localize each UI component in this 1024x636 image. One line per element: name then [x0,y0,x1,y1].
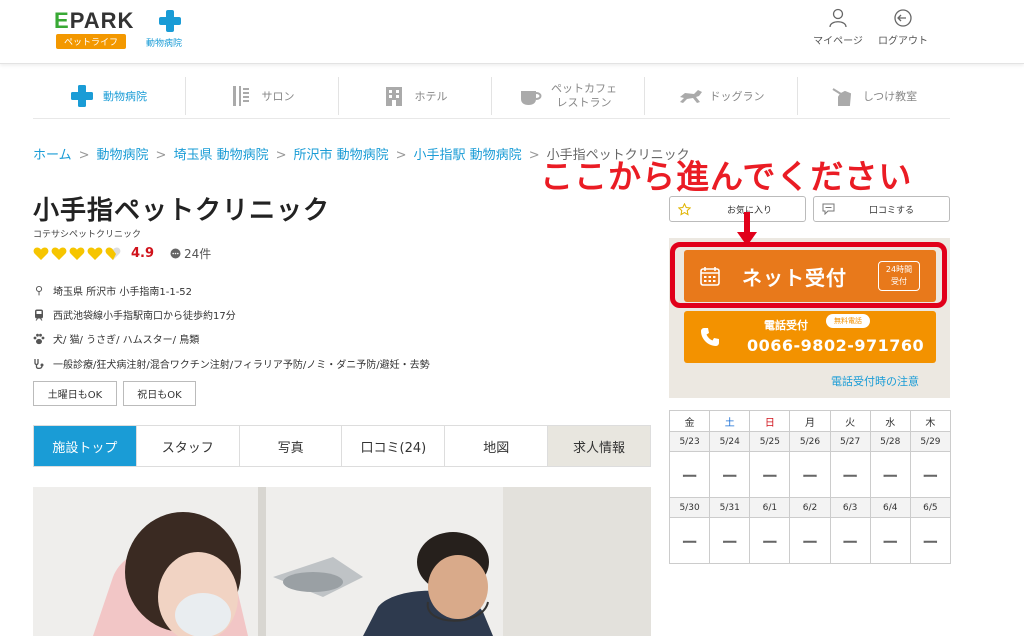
address-row: ⚲ 埼玉県 所沢市 小手指南1-1-52 [34,283,193,298]
calendar-slots-row: ー ー ー ー ー ー ー [668,517,952,564]
annotation-arrow [737,212,757,246]
speech-bubble-icon [170,248,181,259]
category-dogrun[interactable]: ドッグラン [645,77,798,115]
tab-staff[interactable]: スタッフ [136,426,240,466]
calendar-slot: ー [789,451,831,498]
star-icon [678,202,691,216]
calendar-slot: ー [668,517,711,564]
annotation-highlight-box [670,242,947,308]
annotation-text: ここから進んでください [540,157,913,196]
breadcrumb-home[interactable]: ホーム [33,148,72,163]
calendar-slot: ー [749,451,791,498]
calendar-slot: ー [789,517,831,564]
calendar-slot: ー [909,517,952,564]
tel-number: 0066-9802-971760 [747,336,925,355]
category-training[interactable]: しつけ教室 [798,77,950,115]
scissors-comb-icon [230,85,252,107]
services-row: 一般診療/狂犬病注射/混合ワクチン注射/フィラリア予防/ノミ・ダニ予防/避妊・去… [33,356,430,371]
calendar-dates-row: 5/23 5/24 5/25 5/26 5/27 5/28 5/29 [668,431,952,452]
running-dog-icon [678,85,702,107]
tab-photos[interactable]: 写真 [239,426,343,466]
medical-cross-icon [159,10,181,32]
category-hotel[interactable]: ホテル [339,77,492,115]
calendar-slot: ー [709,451,751,498]
medical-cross-icon [71,85,93,107]
calendar-slot: ー [829,451,871,498]
breadcrumb-station[interactable]: 小手指駅 動物病院 [414,148,522,163]
calendar-slot: ー [869,517,911,564]
map-pin-icon: ⚲ [34,283,44,297]
rating: 4.9 24件 [33,245,211,262]
heart-icon [69,247,85,260]
logout-icon [894,9,912,27]
site-header: EPARK ペットライフ 動物病院 マイページ ログアウト [0,0,1024,64]
breadcrumb-city[interactable]: 所沢市 動物病院 [294,148,389,163]
calendar-slots-row: ー ー ー ー ー ー ー [668,451,952,498]
category-hospital[interactable]: 動物病院 [33,77,186,115]
train-icon [33,309,45,321]
write-review-button[interactable]: 口コミする [813,196,950,222]
category-salon[interactable]: サロン [186,77,339,115]
page-title: 小手指ペットクリニック [33,196,331,226]
building-icon [383,85,405,107]
calendar-weekdays: 金 土 日 月 火 水 木 [668,410,952,432]
category-pet-cafe[interactable]: ペットカフェ レストラン [492,77,645,115]
availability-calendar: 金 土 日 月 火 水 木 5/23 5/24 5/25 5/26 5/27 5… [668,410,952,564]
clinic-tabs: 施設トップ スタッフ 写真 口コミ(24) 地図 求人情報 [33,425,651,467]
category-nav: 動物病院 サロン ホテル ペットカフェ レストラン ドッグラン しつけ教室 [33,77,950,119]
dog-training-icon [831,85,853,107]
calendar-dates-row: 5/30 5/31 6/1 6/2 6/3 6/4 6/5 [668,497,952,518]
clinic-kana: コテサシペットクリニック [33,230,142,240]
access-row: 西武池袋線小手指駅南口から徒歩約17分 [33,307,236,322]
free-call-badge: 無料電話 [826,314,870,328]
review-count[interactable]: 24件 [170,245,211,262]
mypage-link[interactable]: マイページ [808,8,868,47]
clinic-photo [33,487,651,636]
calendar-slot: ー [829,517,871,564]
tel-reserve-button[interactable]: 電話受付 無料電話 0066-9802-971760 [684,311,936,363]
tel-notice-link[interactable]: 電話受付時の注意 [831,373,919,389]
calendar-slot: ー [668,451,711,498]
heart-icon [51,247,67,260]
breadcrumb-hospital[interactable]: 動物病院 [97,148,149,163]
rating-score: 4.9 [131,246,155,261]
tag-holiday: 祝日もOK [123,381,196,406]
calendar-slot: ー [909,451,952,498]
tab-reviews[interactable]: 口コミ(24) [342,426,446,466]
breadcrumb-prefecture[interactable]: 埼玉県 動物病院 [173,148,268,163]
epark-logo[interactable]: EPARK ペットライフ 動物病院 [54,8,194,49]
tag-saturday: 土曜日もOK [33,381,117,406]
comment-icon [822,203,835,215]
logout-link[interactable]: ログアウト [873,8,933,47]
tab-jobs[interactable]: 求人情報 [548,426,650,466]
cup-icon [519,85,542,107]
animals-row: 犬/ 猫/ うさぎ/ ハムスター/ 鳥類 [33,331,199,346]
half-heart-icon [105,247,121,260]
calendar-slot: ー [869,451,911,498]
stethoscope-icon [33,358,45,370]
tab-top[interactable]: 施設トップ [34,426,137,466]
calendar-slot: ー [749,517,791,564]
heart-icon [87,247,103,260]
phone-icon [701,328,719,346]
heart-icon [33,247,49,260]
tab-map[interactable]: 地図 [445,426,549,466]
calendar-slot: ー [709,517,751,564]
user-icon [829,8,847,28]
paw-icon [33,333,45,345]
